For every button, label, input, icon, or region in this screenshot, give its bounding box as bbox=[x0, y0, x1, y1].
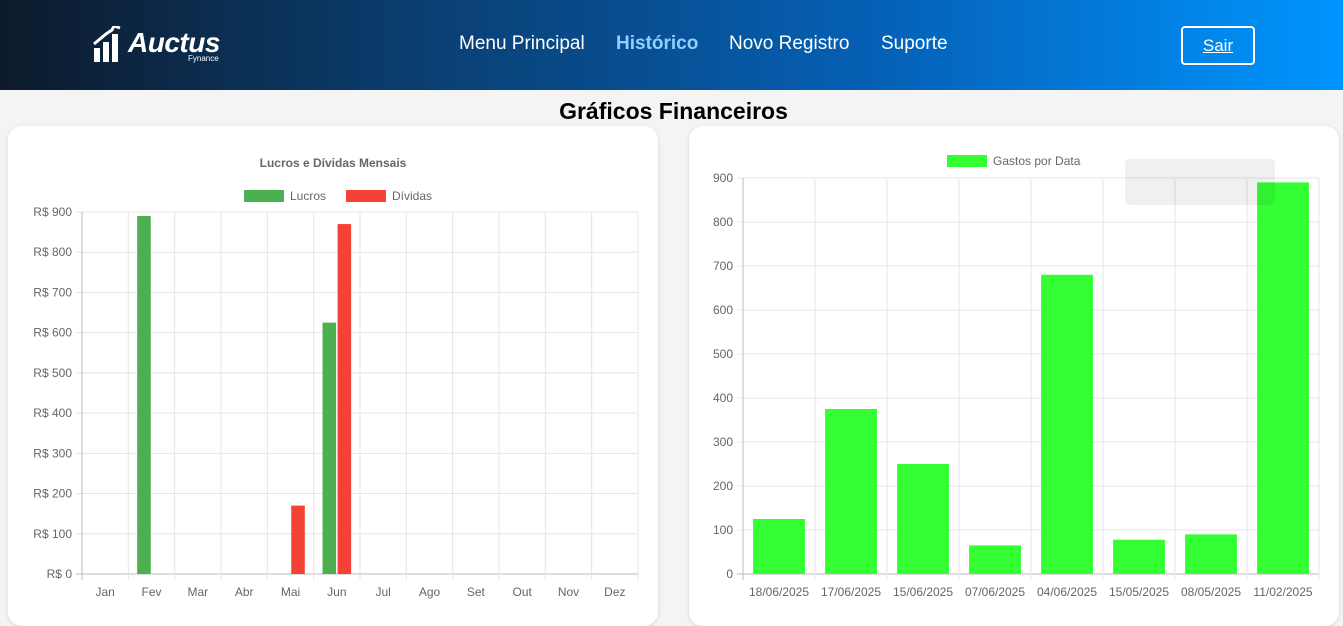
x-tick-label-3: Abr bbox=[235, 585, 254, 599]
y-tick-label-4: 400 bbox=[713, 391, 733, 405]
x-tick-label-1: Fev bbox=[141, 585, 161, 599]
expenses-by-date-chart: Gastos por Data 0 100 200 300 400 500 600 700 800… bbox=[713, 154, 1320, 599]
legend-label-1: Dívidas bbox=[392, 189, 432, 203]
y-tick-label-8: R$ 800 bbox=[33, 245, 72, 259]
nav-novo-registro[interactable]: Novo Registro bbox=[729, 33, 849, 55]
x-tick-label-3: 07/06/2025 bbox=[965, 585, 1025, 599]
chart-card-expenses: Gastos por Data 0 100 200 300 400 500 600 700 800… bbox=[689, 126, 1339, 626]
y-tick-label-2: R$ 200 bbox=[33, 487, 72, 501]
x-tick-label-6: Jul bbox=[375, 585, 390, 599]
bar-0-6 bbox=[1185, 534, 1237, 574]
y-tick-label-0: R$ 0 bbox=[47, 567, 73, 581]
x-tick-label-5: Jun bbox=[327, 585, 346, 599]
nav-suporte[interactable]: Suporte bbox=[881, 33, 948, 55]
y-tick-label-3: R$ 300 bbox=[33, 446, 72, 460]
x-tick-label-2: Mar bbox=[187, 585, 208, 599]
legend-swatch-0 bbox=[947, 155, 987, 167]
bar-0-7 bbox=[1257, 182, 1309, 574]
legend-label-0: Lucros bbox=[290, 189, 326, 203]
legend-swatch-0 bbox=[244, 190, 284, 202]
bar-0-2 bbox=[897, 464, 949, 574]
y-tick-label-6: R$ 600 bbox=[33, 326, 72, 340]
y-tick-label-3: 300 bbox=[713, 435, 733, 449]
x-tick-label-4: Mai bbox=[281, 585, 300, 599]
x-tick-label-4: 04/06/2025 bbox=[1037, 585, 1097, 599]
monthly-profit-debt-chart: Lucros e Dívidas Mensais Lucros Dívidas R$ … bbox=[33, 156, 639, 599]
chart-card-monthly: Lucros e Dívidas Mensais Lucros Dívidas R$ … bbox=[8, 126, 658, 626]
x-tick-label-10: Nov bbox=[558, 585, 579, 599]
x-tick-label-9: Out bbox=[512, 585, 532, 599]
y-tick-label-9: 900 bbox=[713, 171, 733, 185]
legend-label-0: Gastos por Data bbox=[993, 154, 1081, 168]
x-tick-label-5: 15/05/2025 bbox=[1109, 585, 1169, 599]
y-tick-label-5: R$ 500 bbox=[33, 366, 72, 380]
bar-0-4 bbox=[1041, 274, 1093, 574]
nav-menu-principal[interactable]: Menu Principal bbox=[459, 33, 585, 55]
tooltip-box bbox=[1125, 159, 1275, 205]
logout-button[interactable]: Sair bbox=[1181, 26, 1255, 65]
x-tick-label-1: 17/06/2025 bbox=[821, 585, 881, 599]
bar-0-1 bbox=[825, 409, 877, 574]
x-tick-label-7: 11/02/2025 bbox=[1253, 585, 1312, 599]
page-title: Gráficos Financeiros bbox=[559, 98, 788, 124]
y-tick-label-7: R$ 700 bbox=[33, 285, 72, 299]
y-tick-label-0: 0 bbox=[726, 567, 733, 581]
x-tick-label-11: Dez bbox=[604, 585, 625, 599]
y-tick-label-1: R$ 100 bbox=[33, 527, 72, 541]
x-tick-label-8: Set bbox=[467, 585, 486, 599]
bar-1-4 bbox=[291, 505, 305, 574]
x-tick-label-7: Ago bbox=[419, 585, 441, 599]
y-tick-label-5: 500 bbox=[713, 347, 733, 361]
bar-0-0 bbox=[753, 519, 805, 574]
y-tick-label-6: 600 bbox=[713, 303, 733, 317]
y-tick-label-1: 100 bbox=[713, 523, 733, 537]
y-tick-label-8: 800 bbox=[713, 215, 733, 229]
bar-0-3 bbox=[969, 545, 1021, 574]
y-tick-label-9: R$ 900 bbox=[33, 205, 72, 219]
main-nav: Menu Principal Histórico Novo Registro S… bbox=[0, 33, 1343, 57]
bar-0-1 bbox=[137, 216, 151, 574]
chart-title: Lucros e Dívidas Mensais bbox=[260, 156, 407, 170]
x-tick-label-0: 18/06/2025 bbox=[749, 585, 809, 599]
x-tick-label-6: 08/05/2025 bbox=[1181, 585, 1241, 599]
y-tick-label-2: 200 bbox=[713, 479, 733, 493]
bar-1-5 bbox=[337, 224, 352, 575]
top-navbar: Auctus Fynance Menu Principal Histórico … bbox=[0, 0, 1343, 90]
y-tick-label-4: R$ 400 bbox=[33, 406, 72, 420]
x-tick-label-2: 15/06/2025 bbox=[893, 585, 953, 599]
x-tick-label-0: Jan bbox=[95, 585, 114, 599]
legend-swatch-1 bbox=[346, 190, 386, 202]
y-tick-label-7: 700 bbox=[713, 259, 733, 273]
bar-0-5 bbox=[322, 322, 337, 574]
nav-historico[interactable]: Histórico bbox=[616, 33, 698, 55]
bar-0-5 bbox=[1113, 539, 1165, 574]
